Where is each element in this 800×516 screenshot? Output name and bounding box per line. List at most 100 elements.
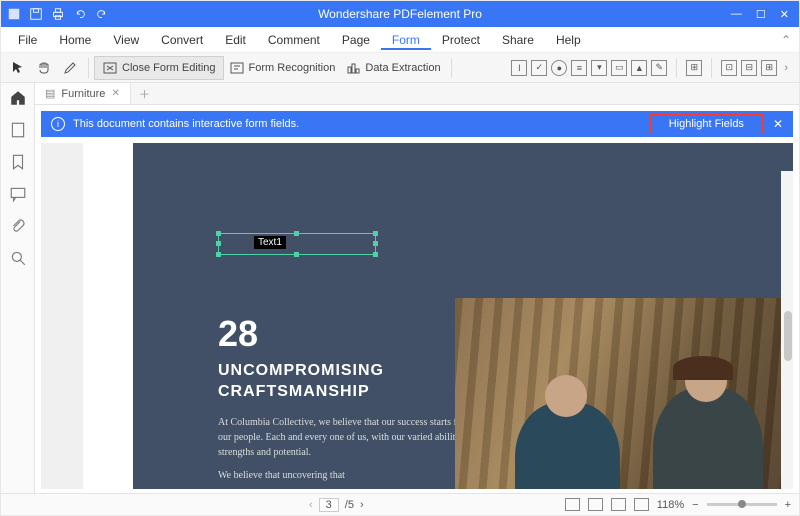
save-icon[interactable]	[29, 7, 43, 21]
scrollbar-thumb[interactable]	[784, 311, 792, 361]
recognition-icon	[229, 60, 245, 76]
photo-figure	[653, 388, 763, 489]
extraction-icon	[345, 60, 361, 76]
menu-form[interactable]: Form	[381, 30, 431, 50]
more-tool-a[interactable]: ⊡	[721, 60, 737, 76]
pdf-page: Text1 28 UNCOMPROMISING CRAFTSMANSHIP At…	[133, 143, 793, 489]
form-info-banner: i This document contains interactive for…	[41, 111, 793, 137]
zoom-in-icon[interactable]: +	[785, 499, 791, 511]
new-tab-button[interactable]: ＋	[131, 86, 158, 102]
view-facing-icon[interactable]	[611, 498, 626, 511]
resize-handle[interactable]	[373, 252, 378, 257]
next-page-icon[interactable]: ›	[360, 499, 364, 511]
close-form-icon	[102, 60, 118, 76]
edit-tool[interactable]	[57, 57, 83, 79]
page-current[interactable]: 3	[319, 498, 339, 512]
menu-page[interactable]: Page	[331, 30, 381, 50]
left-sidebar	[1, 83, 35, 495]
text-field-tool[interactable]: I	[511, 60, 527, 76]
tab-furniture[interactable]: ▤ Furniture ✕	[35, 83, 131, 104]
resize-handle[interactable]	[216, 241, 221, 246]
zoom-out-icon[interactable]: −	[692, 499, 698, 511]
cursor-icon	[10, 60, 26, 76]
view-facing-continuous-icon[interactable]	[634, 498, 649, 511]
resize-handle[interactable]	[294, 252, 299, 257]
print-icon[interactable]	[51, 7, 65, 21]
more-tool-c[interactable]: ⊞	[761, 60, 777, 76]
resize-handle[interactable]	[294, 231, 299, 236]
toolbar-scroll-icon[interactable]: ›	[781, 62, 791, 74]
menu-help[interactable]: Help	[545, 30, 592, 50]
image-tool[interactable]: ▲	[631, 60, 647, 76]
view-continuous-icon[interactable]	[588, 498, 603, 511]
page-paragraph: We believe that uncovering that	[218, 468, 488, 483]
undo-icon[interactable]	[73, 7, 87, 21]
select-tool[interactable]	[5, 57, 31, 79]
menu-view[interactable]: View	[102, 30, 150, 50]
tab-close-icon[interactable]: ✕	[111, 88, 119, 99]
bookmarks-icon[interactable]	[9, 153, 27, 171]
menu-share[interactable]: Share	[491, 30, 545, 50]
page-photo	[455, 298, 793, 489]
signature-tool[interactable]: ✎	[651, 60, 667, 76]
menu-bar: File Home View Convert Edit Comment Page…	[1, 27, 799, 53]
tab-label: Furniture	[61, 88, 105, 100]
thumbnails-icon[interactable]	[9, 121, 27, 139]
button-tool[interactable]: ▭	[611, 60, 627, 76]
photo-figure	[515, 403, 620, 489]
status-bar: ‹ 3 /5 › 118% − +	[1, 493, 799, 515]
edit-icon	[62, 60, 78, 76]
close-form-editing-button[interactable]: Close Form Editing	[94, 56, 224, 80]
menu-home[interactable]: Home	[48, 30, 102, 50]
document-tabs: ▤ Furniture ✕ ＋	[35, 83, 799, 105]
zoom-slider[interactable]	[707, 503, 777, 506]
collapse-ribbon-icon[interactable]: ⌃	[781, 33, 791, 47]
resize-handle[interactable]	[216, 231, 221, 236]
banner-message: This document contains interactive form …	[73, 118, 299, 130]
resize-handle[interactable]	[373, 241, 378, 246]
document-canvas[interactable]: Text1 28 UNCOMPROMISING CRAFTSMANSHIP At…	[41, 143, 793, 489]
more-tool-b[interactable]: ⊟	[741, 60, 757, 76]
zoom-slider-thumb[interactable]	[738, 500, 746, 508]
menu-file[interactable]: File	[7, 30, 48, 50]
attachments-icon[interactable]	[9, 217, 27, 235]
menu-protect[interactable]: Protect	[431, 30, 491, 50]
text-form-field[interactable]: Text1	[218, 233, 376, 255]
form-recognition-button[interactable]: Form Recognition	[224, 57, 341, 79]
listbox-tool[interactable]: ≡	[571, 60, 587, 76]
resize-handle[interactable]	[373, 231, 378, 236]
resize-handle[interactable]	[216, 252, 221, 257]
page-number-display: 28	[218, 313, 488, 355]
zoom-value[interactable]: 118%	[657, 499, 684, 511]
comments-icon[interactable]	[9, 185, 27, 203]
checkbox-tool[interactable]: ✓	[531, 60, 547, 76]
data-extraction-button[interactable]: Data Extraction	[340, 57, 445, 79]
home-icon[interactable]	[9, 89, 27, 107]
view-single-icon[interactable]	[565, 498, 580, 511]
close-window-icon[interactable]: ✕	[780, 8, 789, 21]
highlight-fields-button[interactable]: Highlight Fields	[650, 114, 763, 134]
form-alignment-tool[interactable]: ⊞	[686, 60, 702, 76]
radio-tool[interactable]: ●	[551, 60, 567, 76]
page-content: 28 UNCOMPROMISING CRAFTSMANSHIP At Colum…	[218, 313, 488, 483]
hand-icon	[36, 60, 52, 76]
maximize-icon[interactable]: ☐	[756, 8, 766, 21]
page-paragraph: At Columbia Collective, we believe that …	[218, 415, 488, 460]
page-heading: UNCOMPROMISING CRAFTSMANSHIP	[218, 361, 488, 403]
hand-tool[interactable]	[31, 57, 57, 79]
redo-icon[interactable]	[95, 7, 109, 21]
search-icon[interactable]	[9, 249, 27, 267]
dropdown-tool[interactable]: ▾	[591, 60, 607, 76]
minimize-icon[interactable]: —	[731, 8, 742, 21]
menu-convert[interactable]: Convert	[150, 30, 214, 50]
banner-close-icon[interactable]: ✕	[773, 117, 783, 131]
page-total: /5	[345, 499, 354, 511]
title-bar: Wondershare PDFelement Pro — ☐ ✕	[1, 1, 799, 27]
info-icon: i	[51, 117, 65, 131]
menu-comment[interactable]: Comment	[257, 30, 331, 50]
prev-page-icon[interactable]: ‹	[309, 499, 313, 511]
menu-edit[interactable]: Edit	[214, 30, 257, 50]
toolbar: Close Form Editing Form Recognition Data…	[1, 53, 799, 83]
vertical-scrollbar[interactable]	[781, 171, 793, 489]
app-title: Wondershare PDFelement Pro	[318, 7, 482, 21]
